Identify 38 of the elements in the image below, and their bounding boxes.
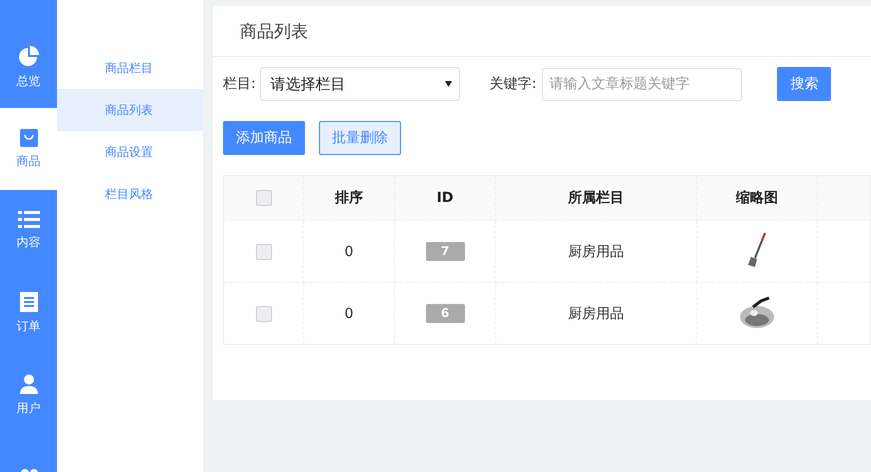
nav-item[interactable]: 用户 — [0, 354, 57, 436]
pie-chart-icon — [18, 44, 40, 66]
submenu-item[interactable]: 商品栏目 — [57, 47, 203, 89]
id-badge: 6 — [426, 304, 464, 323]
category-cell: 厨房用品 — [568, 244, 624, 260]
column-header: 所属栏目 — [568, 190, 624, 206]
page-title: 商品列表 — [240, 20, 308, 42]
category-select[interactable]: 请选择栏目 — [260, 67, 460, 101]
checkbox[interactable] — [256, 190, 272, 206]
list-icon — [18, 211, 40, 228]
action-button[interactable]: 批量删除 — [319, 121, 401, 155]
caret-icon — [444, 81, 452, 87]
category-cell: 厨房用品 — [568, 306, 624, 322]
checkbox[interactable] — [256, 244, 272, 260]
checkbox[interactable] — [256, 306, 272, 322]
action-button[interactable]: 添加商品 — [223, 121, 305, 155]
user-icon — [18, 374, 38, 394]
spatula-drawing — [746, 232, 768, 268]
sort-value: 0 — [344, 244, 354, 260]
nav-item[interactable]: 商品 — [0, 108, 57, 190]
category-label: 栏目: — [223, 75, 256, 93]
submenu-item[interactable]: 商品列表 — [57, 89, 203, 131]
shopping-bag-icon — [20, 128, 38, 146]
column-header: 排序 — [335, 190, 363, 206]
submenu-item[interactable]: 商品设置 — [57, 131, 203, 173]
sort-value: 0 — [344, 306, 354, 322]
keyword-label: 关键字: — [490, 75, 536, 93]
keyword-field[interactable]: 请输入文章标题关键字 — [542, 68, 742, 100]
column-header: ID — [436, 190, 454, 206]
nav-item[interactable]: 订单 — [0, 272, 57, 354]
pot-lid-drawing — [739, 294, 775, 328]
id-badge: 7 — [426, 242, 464, 261]
search-button[interactable]: 搜索 — [777, 67, 832, 101]
nav-item[interactable]: 内容 — [0, 190, 57, 272]
submenu-item[interactable]: 栏目风格 — [57, 173, 203, 215]
document-icon — [20, 292, 38, 312]
nav-item[interactable]: 总览 — [0, 26, 57, 108]
column-header: 缩略图 — [736, 190, 778, 206]
